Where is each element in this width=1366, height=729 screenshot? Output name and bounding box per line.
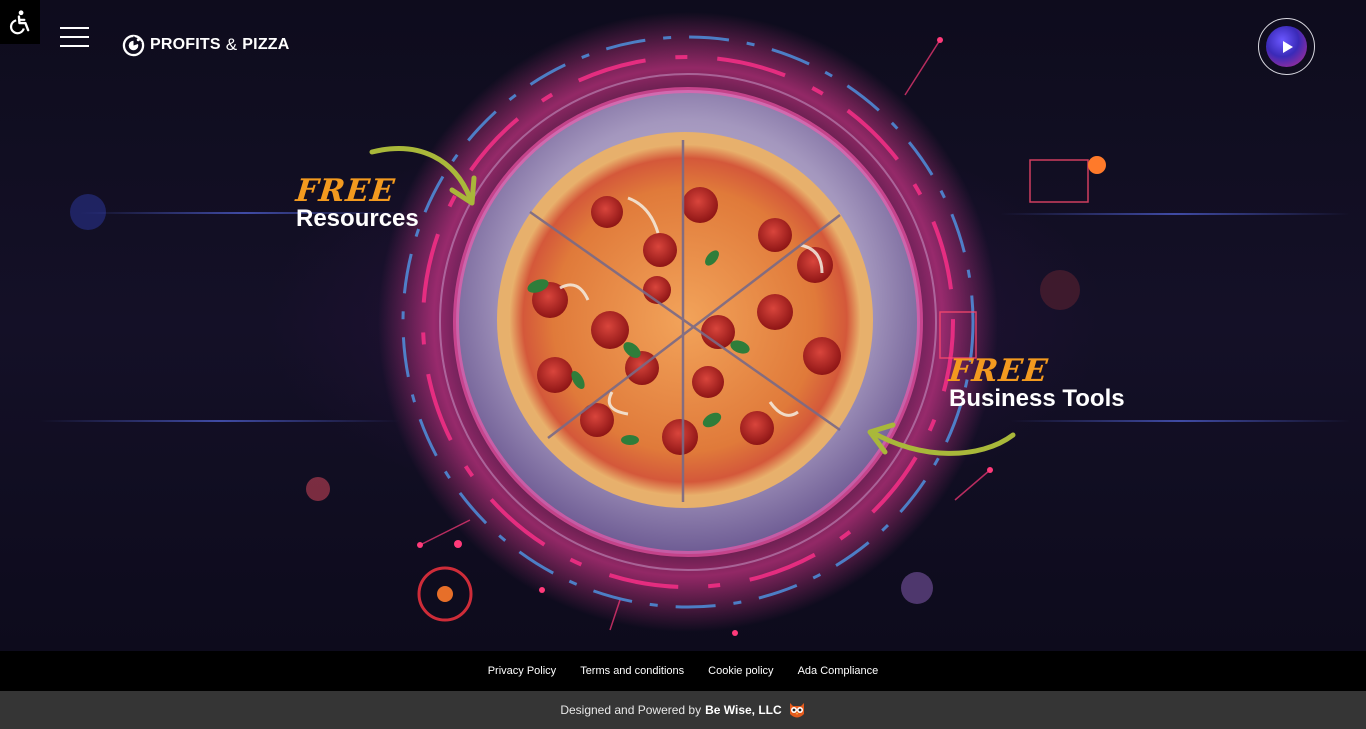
brand-name-left: PROFITS (150, 36, 221, 53)
brand-logo[interactable]: PROFITS & PIZZA (122, 33, 290, 57)
cookie-policy-link[interactable]: Cookie policy (708, 665, 773, 677)
credit-prefix: Designed and Powered by (560, 703, 702, 717)
menu-icon-bar (60, 36, 89, 38)
menu-icon (60, 27, 89, 29)
play-video-button[interactable] (1258, 18, 1315, 75)
free-business-tools-link[interactable]: FREE Business Tools (947, 353, 1125, 413)
business-tools-title: Business Tools (949, 385, 1125, 412)
resources-title: Resources (296, 205, 419, 232)
play-icon (1282, 40, 1293, 53)
hero-section: FREE Resources FREE Business Tools (0, 0, 1366, 651)
play-icon-background (1266, 26, 1307, 67)
privacy-policy-link[interactable]: Privacy Policy (488, 665, 556, 677)
footer-credit: Designed and Powered by Be Wise, LLC (0, 691, 1366, 729)
menu-button[interactable] (60, 27, 90, 47)
accessibility-button[interactable] (0, 0, 40, 44)
owl-icon (789, 703, 804, 718)
free-resources-link[interactable]: FREE Resources (294, 173, 419, 233)
logo-icon (122, 34, 145, 56)
pizza-illustration (70, 12, 1106, 636)
accessibility-icon (9, 10, 30, 35)
terms-and-conditions-link[interactable]: Terms and conditions (580, 665, 684, 677)
menu-icon-bar (60, 45, 89, 47)
ada-compliance-link[interactable]: Ada Compliance (798, 665, 879, 677)
credit-company-link[interactable]: Be Wise, LLC (705, 703, 782, 717)
brand-name-right: PIZZA (242, 36, 290, 53)
brand-ampersand: & (225, 35, 238, 54)
footer-links-bar: Privacy Policy Terms and conditions Cook… (0, 651, 1366, 691)
free-tag: FREE (947, 353, 1050, 389)
free-tag: FREE (294, 173, 397, 209)
